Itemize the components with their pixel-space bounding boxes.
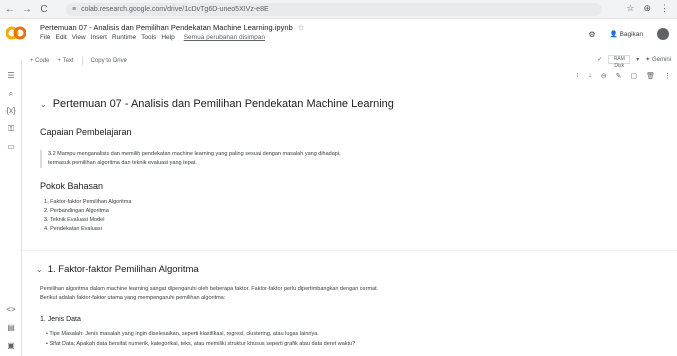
avatar[interactable] xyxy=(657,28,669,40)
back-icon[interactable]: ← xyxy=(3,2,17,16)
star-icon[interactable]: ☆ xyxy=(298,23,305,32)
site-info-icon[interactable]: ≡ xyxy=(72,6,76,13)
intro-paragraph: Pemilihan algoritma dalam machine learni… xyxy=(40,285,500,303)
search-icon[interactable]: ⌕ xyxy=(5,88,17,100)
section-heading-faktor: ⌄ 1. Faktor-faktor Pemilihan Algoritma xyxy=(36,264,199,275)
notebook-heading: ⌄ Pertemuan 07 - Analisis dan Pemilihan P… xyxy=(40,98,394,110)
table-of-contents-icon[interactable]: ☰ xyxy=(5,70,17,82)
topics-list: 1. Faktor-faktor Pemilihan Algoritma 2. … xyxy=(44,198,131,234)
forward-icon[interactable]: → xyxy=(20,2,34,16)
left-sidebar: ☰ ⌕ {x} ⚿ ▭ <> ▤ ▣ xyxy=(0,60,22,356)
save-status[interactable]: Semua perubahan disimpan xyxy=(184,34,265,41)
menu-insert[interactable]: Insert xyxy=(91,34,107,41)
heading-text: 1. Faktor-faktor Pemilihan Algoritma xyxy=(47,264,199,275)
menu-edit[interactable]: Edit xyxy=(55,34,66,41)
command-palette-icon[interactable]: ▤ xyxy=(5,322,17,334)
files-folder-icon[interactable]: ▭ xyxy=(5,141,17,153)
bookmark-star-icon[interactable]: ☆ xyxy=(626,3,634,14)
url-text: colab.research.google.com/drive/1cDvTg6D… xyxy=(81,6,269,13)
paragraph-line: Berikut adalah faktor-faktor utama yang … xyxy=(40,295,226,301)
browser-toolbar: ← → C ≡ colab.research.google.com/drive/… xyxy=(0,0,677,19)
extensions-icon[interactable]: ⊕ xyxy=(643,3,651,14)
menu-view[interactable]: View xyxy=(72,34,86,41)
quote-line: 3.2 Mampu menganalisis dan memilih pende… xyxy=(48,151,341,157)
notebook-title[interactable]: Pertemuan 07 - Analisis dan Pemilihan Pe… xyxy=(40,23,304,32)
paragraph-line: Pemilihan algoritma dalam machine learni… xyxy=(40,286,379,292)
collapse-chevron-icon[interactable]: ⌄ xyxy=(36,265,43,274)
list-item: 3. Teknik Evaluasi Model xyxy=(44,217,105,223)
notebook-title-text[interactable]: Pertemuan 07 - Analisis dan Pemilihan Pe… xyxy=(40,23,293,32)
list-item: 4. Pendekatan Evaluasi xyxy=(44,226,102,232)
colab-header: Pertemuan 07 - Analisis dan Pemilihan Pe… xyxy=(0,19,677,80)
share-button[interactable]: 👤 Bagikan xyxy=(610,30,643,38)
menu-bar: File Edit View Insert Runtime Tools Help… xyxy=(40,34,265,41)
learning-outcome-quote: 3.2 Mampu menganalisis dan memilih pende… xyxy=(40,150,480,168)
reload-icon[interactable]: C xyxy=(37,2,51,16)
browser-menu-icon[interactable]: ⋮ xyxy=(660,3,669,14)
menu-help[interactable]: Help xyxy=(161,34,174,41)
list-item: Sifat Data: Apakah data bersifat numerik… xyxy=(46,339,355,349)
menu-file[interactable]: File xyxy=(40,34,50,41)
collapse-chevron-icon[interactable]: ⌄ xyxy=(40,100,47,109)
bullet-list: Tipe Masalah: Jenis masalah yang ingin d… xyxy=(46,329,355,349)
quote-line: termasuk pemilihan algoritma dan teknik … xyxy=(48,160,197,166)
subsection-heading: 1. Jenis Data xyxy=(40,316,81,323)
variables-icon[interactable]: {x} xyxy=(5,105,17,117)
section-heading-capaian: Capaian Pembelajaran xyxy=(40,127,132,137)
notebook-content: ⌄ Pertemuan 07 - Analisis dan Pemilihan P… xyxy=(22,60,677,356)
list-item: Tipe Masalah: Jenis masalah yang ingin d… xyxy=(46,329,355,339)
section-heading-pokok: Pokok Bahasan xyxy=(40,181,104,191)
list-item: 2. Perbandingan Algoritma xyxy=(44,208,109,214)
share-label: Bagikan xyxy=(619,31,644,38)
heading-text: Pertemuan 07 - Analisis dan Pemilihan Pe… xyxy=(52,98,394,110)
colab-logo-icon[interactable] xyxy=(6,26,26,40)
list-item: 1. Faktor-faktor Pemilihan Algoritma xyxy=(44,199,132,205)
menu-runtime[interactable]: Runtime xyxy=(112,34,136,41)
settings-gear-icon[interactable]: ⚙ xyxy=(588,30,595,39)
code-snippets-icon[interactable]: <> xyxy=(5,304,17,316)
address-bar[interactable]: ≡ colab.research.google.com/drive/1cDvTg… xyxy=(66,3,602,16)
secrets-key-icon[interactable]: ⚿ xyxy=(5,123,17,135)
terminal-icon[interactable]: ▣ xyxy=(5,340,17,352)
cell-divider xyxy=(22,250,677,251)
menu-tools[interactable]: Tools xyxy=(141,34,156,41)
